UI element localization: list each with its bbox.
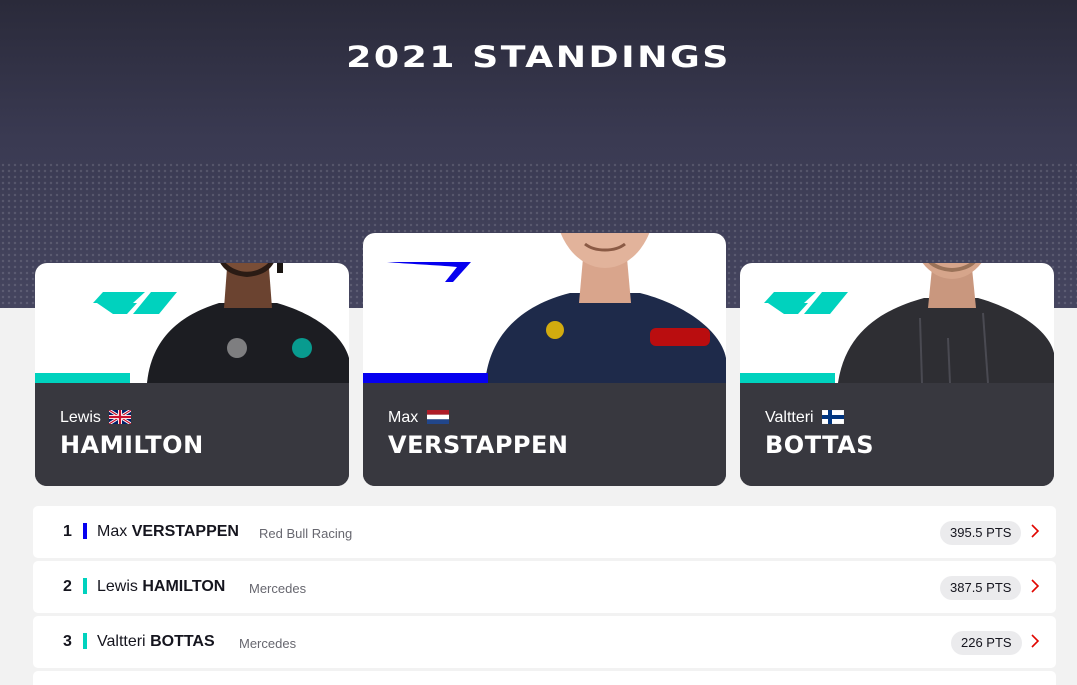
driver-portrait-bottas — [838, 263, 1054, 383]
team-color-line — [83, 578, 87, 594]
driver-last-name: BOTTAS — [765, 431, 874, 459]
chevron-right-icon[interactable] — [1028, 578, 1042, 594]
driver-last-name: HAMILTON — [60, 431, 204, 459]
team-color-bar — [35, 373, 130, 383]
position-number: 1 — [63, 523, 72, 540]
driver-last-name: BOTTAS — [150, 633, 215, 650]
driver-first-name: Valtteri — [97, 633, 146, 650]
uk-flag-icon — [109, 410, 132, 424]
team-name: Mercedes — [239, 636, 297, 651]
driver-card-hamilton[interactable]: Lewis HAMILTON — [35, 263, 349, 486]
driver-card-verstappen[interactable]: Max VERSTAPPEN — [363, 233, 726, 486]
standings-row[interactable]: 1 Max VERSTAPPEN Red Bull Racing 395.5 P… — [33, 506, 1056, 558]
standings-row[interactable] — [33, 671, 1056, 685]
driver-last-name: VERSTAPPEN — [388, 431, 569, 459]
standings-row[interactable]: 3 Valtteri BOTTAS Mercedes 226 PTS — [33, 616, 1056, 668]
driver-first-name: Lewis — [60, 409, 132, 427]
first-name-text: Max — [388, 409, 419, 426]
first-name-text: Valtteri — [765, 409, 814, 426]
driver-first-name: Lewis — [97, 578, 138, 595]
team-name: Mercedes — [249, 581, 307, 596]
finland-flag-icon — [822, 410, 845, 424]
position-number: 3 — [63, 633, 72, 650]
position-number: 2 — [63, 578, 72, 595]
standings-row[interactable]: 2 Lewis HAMILTON Mercedes 387.5 PTS — [33, 561, 1056, 613]
page-title: 2021 STANDINGS — [346, 40, 731, 74]
points-badge: 395.5 PTS — [940, 521, 1022, 545]
driver-last-name: HAMILTON — [142, 578, 226, 595]
team-color-bar — [740, 373, 835, 383]
team-name: Red Bull Racing — [259, 526, 353, 541]
driver-portrait-hamilton — [147, 263, 349, 383]
first-name-text: Lewis — [60, 409, 101, 426]
team-color-bar — [363, 373, 488, 383]
chevron-right-icon[interactable] — [1028, 523, 1042, 539]
driver-portrait-verstappen — [485, 233, 726, 383]
team-color-line — [83, 523, 87, 539]
driver-name: Max VERSTAPPEN — [97, 523, 239, 541]
driver-card-bottas[interactable]: Valtteri BOTTAS — [740, 263, 1054, 486]
driver-first-name: Max — [388, 409, 449, 427]
driver-name: Valtteri BOTTAS — [97, 633, 215, 651]
driver-first-name: Max — [97, 523, 128, 540]
redbull-logo-icon — [387, 262, 471, 282]
netherlands-flag-icon — [426, 410, 449, 424]
team-color-line — [83, 633, 87, 649]
driver-last-name: VERSTAPPEN — [131, 523, 239, 540]
chevron-right-icon[interactable] — [1028, 633, 1042, 649]
mercedes-logo-icon — [764, 292, 848, 314]
driver-name: Lewis HAMILTON — [97, 578, 225, 596]
points-badge: 226 PTS — [951, 631, 1022, 655]
points-badge: 387.5 PTS — [940, 576, 1022, 600]
driver-first-name: Valtteri — [765, 409, 845, 427]
